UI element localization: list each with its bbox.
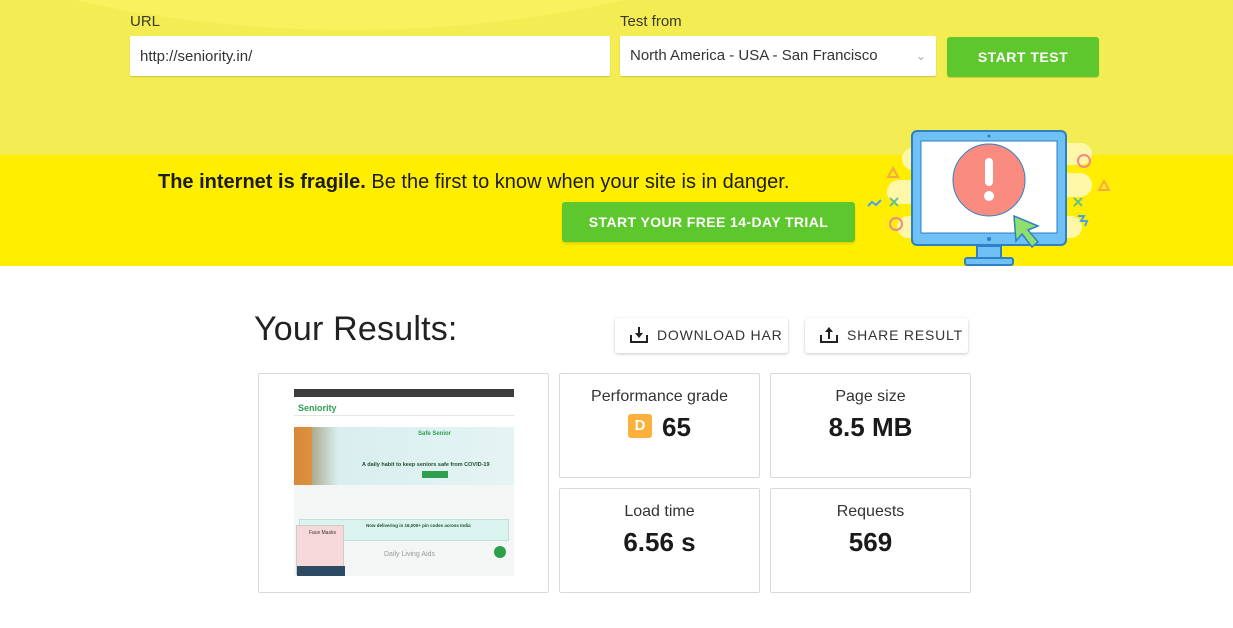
share-result-label: SHARE RESULT [847,327,963,343]
url-input[interactable] [130,36,610,76]
start-test-button[interactable]: START TEST [947,37,1099,77]
performance-grade-card: Performance grade D 65 [559,373,760,478]
banner-message: The internet is fragile. Be the first to… [158,171,789,194]
download-har-label: DOWNLOAD HAR [657,327,783,343]
free-trial-button[interactable]: START YOUR FREE 14-DAY TRIAL [562,202,855,242]
triangle-decor-icon [1097,178,1111,191]
site-popup-title: Face Masks [309,530,336,536]
alert-icon [952,143,1026,217]
share-result-button[interactable]: SHARE RESULT [805,318,968,353]
site-section-title: Daily Living Aids [384,551,435,558]
monitor-alert-illustration [867,130,1111,266]
page-screenshot-thumbnail[interactable]: Seniority Safe Senior A daily habit to k… [294,389,514,576]
upload-share-icon [820,327,838,343]
requests-label: Requests [836,503,905,520]
page-size-value: 8.5 MB [828,412,913,442]
load-time-card: Load time 6.56 s [559,488,760,593]
safe-senior-logo: Safe Senior [418,431,452,437]
triangle-decor-icon [886,165,900,178]
performance-grade-label: Performance grade [591,388,728,405]
banner-text: Be the first to know when your site is i… [365,171,790,193]
site-header: Seniority [294,397,514,427]
grade-badge: D [628,414,653,439]
test-location-value: North America - USA - San Francisco [630,47,878,64]
download-icon [630,327,648,343]
site-chat-icon [494,546,506,558]
site-logo: Seniority [298,403,337,413]
load-time-value: 6.56 s [623,527,696,557]
test-from-label: Test from [620,13,682,30]
requests-card: Requests 569 [770,488,971,593]
page-size-card: Page size 8.5 MB [770,373,971,478]
zigzag-decor-icon [867,199,882,207]
performance-grade-value-row: D 65 [560,412,759,443]
site-delivery-text: Now delivering in 16,000+ pin codes acro… [366,523,471,528]
site-popup: Face Masks [296,525,345,576]
performance-score: 65 [662,412,691,442]
site-hero-headline: A daily habit to keep seniors safe from … [362,462,490,468]
test-location-select[interactable]: North America - USA - San Francisco ⌄ [620,36,936,76]
chevron-down-icon: ⌄ [915,49,926,63]
banner-bold-text: The internet is fragile. [158,171,366,193]
site-hero: Safe Senior A daily habit to keep senior… [294,427,514,485]
load-time-label: Load time [624,503,695,520]
results-title: Your Results: [254,310,458,348]
page-size-label: Page size [835,388,906,405]
site-topbar [294,389,514,397]
download-har-button[interactable]: DOWNLOAD HAR [615,318,788,353]
requests-value: 569 [848,527,893,557]
url-label: URL [130,13,161,30]
cross-decor-icon [1073,197,1083,207]
